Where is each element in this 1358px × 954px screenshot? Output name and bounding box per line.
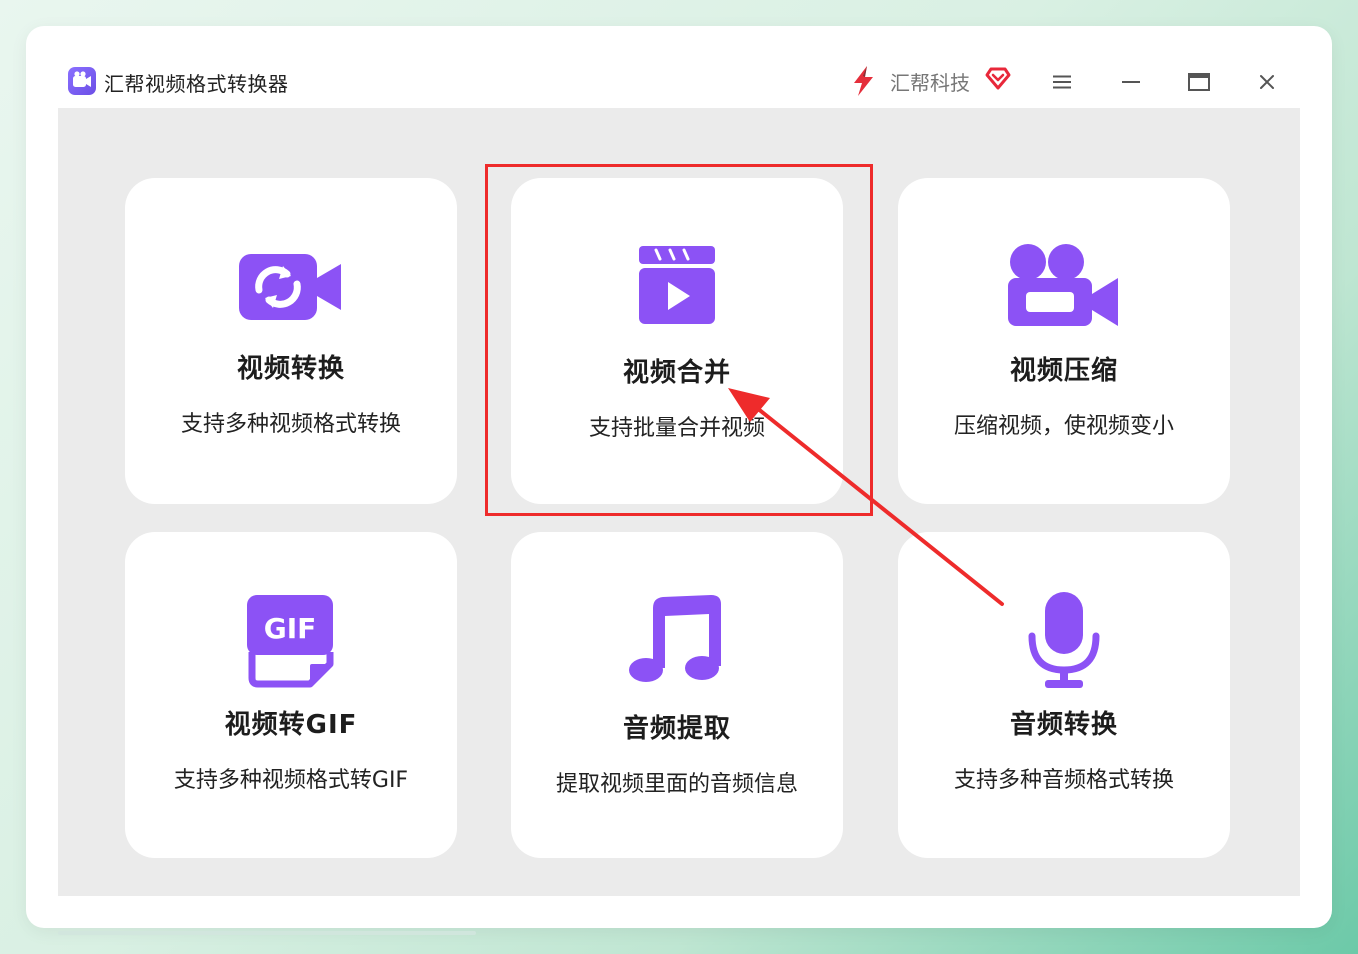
card-title: 音频转换 bbox=[1009, 710, 1118, 740]
card-desc: 支持多种视频格式转GIF bbox=[173, 768, 409, 793]
close-icon[interactable] bbox=[1251, 66, 1283, 98]
card-title: 音频提取 bbox=[622, 714, 731, 744]
video-merge-clapper-icon bbox=[638, 246, 716, 330]
card-desc: 提取视频里面的音频信息 bbox=[555, 772, 798, 797]
maximize-icon[interactable] bbox=[1183, 66, 1215, 98]
brand-name: 汇帮科技 bbox=[890, 71, 970, 95]
gif-icon-text: GIF bbox=[264, 612, 317, 645]
heart-diamond-icon[interactable] bbox=[984, 64, 1012, 92]
card-video-convert[interactable]: 视频转换 支持多种视频格式转换 bbox=[125, 178, 457, 504]
card-video-to-gif[interactable]: GIF 视频转GIF 支持多种视频格式转GIF bbox=[125, 532, 457, 858]
card-audio-extract[interactable]: 音频提取 提取视频里面的音频信息 bbox=[511, 532, 843, 858]
card-desc: 支持多种视频格式转换 bbox=[180, 412, 401, 437]
video-convert-icon bbox=[239, 252, 343, 326]
card-video-merge[interactable]: 视频合并 支持批量合并视频 bbox=[511, 178, 843, 504]
window-frame: 汇帮视频格式转换器 汇帮科技 视频转换 支持多种视频格式转换 视频合并 支持批量… bbox=[26, 26, 1332, 928]
card-audio-convert[interactable]: 音频转换 支持多种音频格式转换 bbox=[898, 532, 1230, 858]
video-compress-camera-icon bbox=[1008, 242, 1120, 332]
card-title: 视频合并 bbox=[622, 358, 731, 388]
bottom-strip bbox=[58, 931, 476, 935]
microphone-icon bbox=[1027, 592, 1101, 694]
feature-grid: 视频转换 支持多种视频格式转换 视频合并 支持批量合并视频 视频压缩 压缩视频，… bbox=[58, 108, 1300, 896]
card-desc: 支持多种音频格式转换 bbox=[953, 768, 1174, 793]
minimize-icon[interactable] bbox=[1115, 66, 1147, 98]
card-desc: 压缩视频，使视频变小 bbox=[953, 414, 1174, 439]
lightning-icon bbox=[846, 64, 880, 98]
card-title: 视频压缩 bbox=[1009, 356, 1118, 386]
card-title: 视频转换 bbox=[236, 354, 345, 384]
gif-file-icon: GIF bbox=[246, 594, 336, 692]
card-title: 视频转GIF bbox=[224, 710, 358, 740]
video-camera-icon bbox=[68, 67, 96, 95]
title-bar: 汇帮视频格式转换器 汇帮科技 bbox=[56, 54, 1296, 110]
music-note-icon bbox=[629, 594, 725, 688]
card-video-compress[interactable]: 视频压缩 压缩视频，使视频变小 bbox=[898, 178, 1230, 504]
card-desc: 支持批量合并视频 bbox=[588, 416, 765, 441]
app-title: 汇帮视频格式转换器 bbox=[104, 72, 289, 96]
hamburger-menu-icon[interactable] bbox=[1046, 66, 1078, 98]
